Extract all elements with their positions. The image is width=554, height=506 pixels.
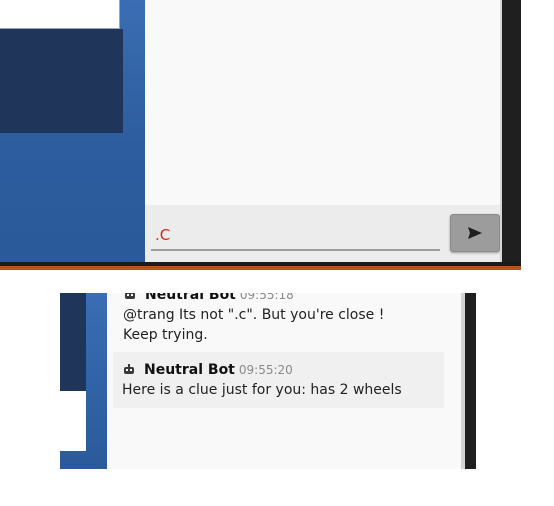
background-window-white	[60, 391, 86, 451]
background-window-dark	[0, 29, 123, 133]
chat-message-area[interactable]	[145, 0, 502, 205]
desktop-background	[60, 293, 107, 469]
bottom-chat-window-capture: Neutral Bot 09:55:18 @trang Its not ".c"…	[60, 293, 476, 469]
bot-icon	[124, 364, 134, 374]
send-arrow-icon	[468, 227, 482, 239]
message-timestamp: 09:55:20	[238, 363, 293, 377]
message-sender: Neutral Bot	[145, 293, 236, 303]
top-chat-window-capture	[0, 0, 521, 270]
chat-message: Neutral Bot 09:55:20 Here is a clue just…	[113, 352, 444, 408]
desktop-background	[0, 0, 145, 262]
message-text: @trang Its not ".c". But you're close ! …	[123, 307, 385, 343]
message-input-bar	[145, 205, 502, 262]
message-header: Neutral Bot 09:55:18	[123, 293, 409, 305]
background-window-dark	[60, 293, 86, 393]
send-button[interactable]	[450, 214, 500, 252]
window-frame-right	[465, 293, 476, 469]
message-sender: Neutral Bot	[144, 362, 235, 378]
message-text: Here is a clue just for you: has 2 wheel…	[122, 382, 402, 398]
message-header: Neutral Bot 09:55:20	[122, 360, 436, 380]
message-input[interactable]	[151, 217, 440, 251]
taskbar-accent-strip	[0, 266, 521, 270]
bot-icon	[125, 293, 135, 299]
background-window-white	[0, 0, 120, 29]
message-timestamp: 09:55:18	[239, 293, 294, 302]
chat-message: Neutral Bot 09:55:18 @trang Its not ".c"…	[123, 293, 409, 345]
window-frame-right	[502, 0, 521, 262]
